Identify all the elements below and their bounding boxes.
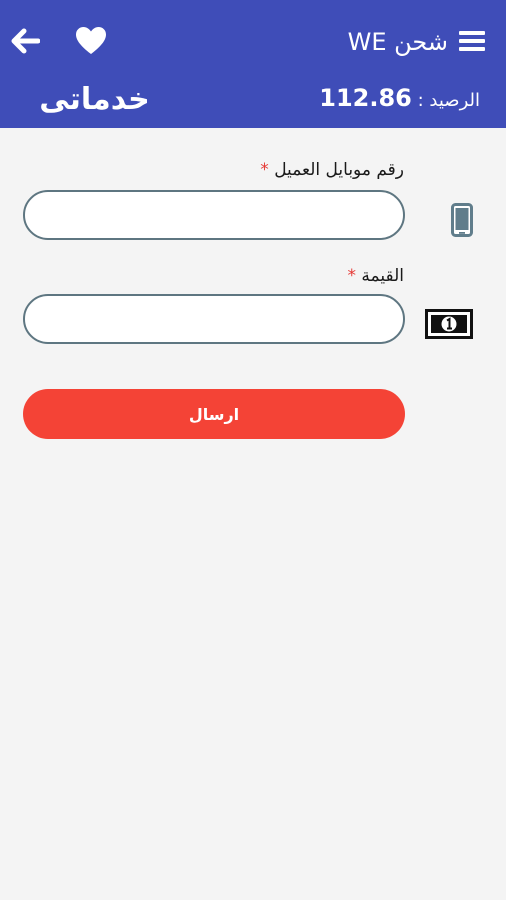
arrow-left-icon (11, 28, 41, 54)
amount-label-text: القيمة (361, 266, 404, 286)
submit-button[interactable]: ارسال (23, 389, 405, 439)
back-button[interactable] (10, 28, 41, 54)
mobile-field-label: رقم موبايل العميل * (260, 160, 404, 180)
menu-button[interactable] (458, 29, 486, 53)
balance-label: الرصيد : (417, 90, 480, 111)
required-mark: * (260, 160, 269, 180)
balance-display: الرصيد : 112.86 (318, 82, 480, 114)
mobile-number-input[interactable] (23, 190, 405, 240)
page-title: شحن WE (347, 28, 448, 56)
mobile-phone-icon (451, 203, 473, 237)
hamburger-menu-icon (459, 31, 485, 51)
balance-value: 112.86 (319, 84, 412, 112)
favorite-button[interactable] (75, 26, 107, 56)
banknote-icon (425, 309, 473, 339)
app-logo: خدماتى (39, 82, 150, 117)
app-header: شحن WE خدماتى الرصيد : 112.86 (0, 0, 506, 128)
amount-input[interactable] (23, 294, 405, 344)
amount-field-label: القيمة * (348, 266, 404, 286)
heart-icon (76, 27, 106, 54)
mobile-label-text: رقم موبايل العميل (274, 160, 404, 180)
required-mark: * (347, 266, 357, 286)
